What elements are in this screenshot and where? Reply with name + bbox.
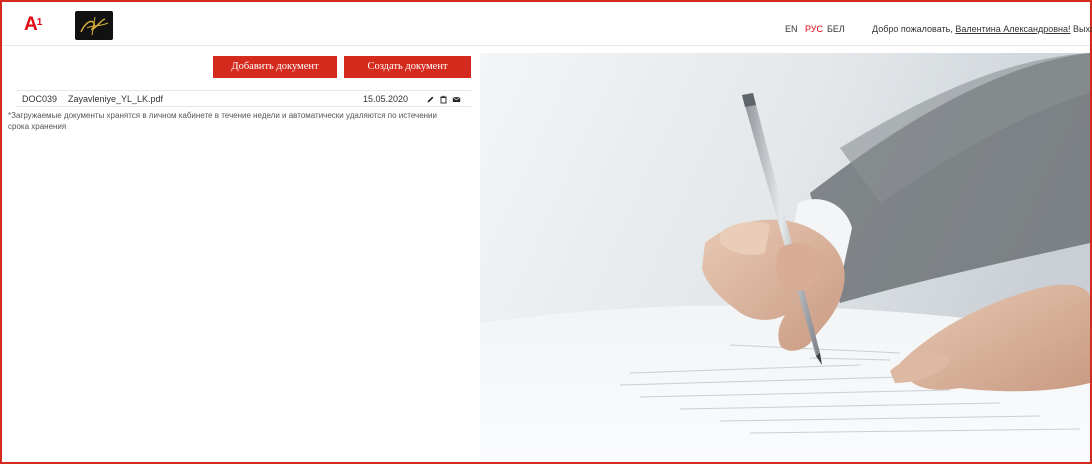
envelope-icon[interactable] — [452, 94, 461, 103]
pencil-icon[interactable] — [426, 94, 435, 103]
signing-document-photo — [480, 53, 1090, 462]
storage-note: *Загружаемые документы хранятся в личном… — [8, 111, 437, 131]
lang-en[interactable]: EN — [785, 24, 798, 34]
document-name[interactable]: Zayavleniye_YL_LK.pdf — [68, 92, 163, 107]
signature-logo-icon[interactable] — [75, 11, 113, 40]
welcome-text: Добро пожаловать, Валентина Александровн… — [872, 24, 1071, 34]
lang-be[interactable]: БЕЛ — [827, 24, 845, 34]
trash-icon[interactable] — [439, 94, 448, 104]
lang-ru[interactable]: РУС — [805, 24, 823, 34]
logout-link[interactable]: Выход — [1073, 24, 1092, 34]
top-bar: A1 EN РУС БЕЛ Добро пожаловать, Валентин… — [2, 2, 1092, 46]
document-id: DOC039 — [22, 94, 58, 104]
welcome-prefix: Добро пожаловать, — [872, 24, 953, 34]
document-date: 15.05.2020 — [363, 94, 409, 104]
user-profile-link[interactable]: Валентина Александровна! — [955, 24, 1070, 34]
add-document-button[interactable]: Добавить документ — [213, 56, 337, 78]
document-row[interactable]: DOC039 Zayavleniye_YL_LK.pdf 15.05.2020 — [16, 90, 471, 107]
create-document-button[interactable]: Создать документ — [344, 56, 471, 78]
a1-logo[interactable]: A1 — [24, 15, 42, 34]
